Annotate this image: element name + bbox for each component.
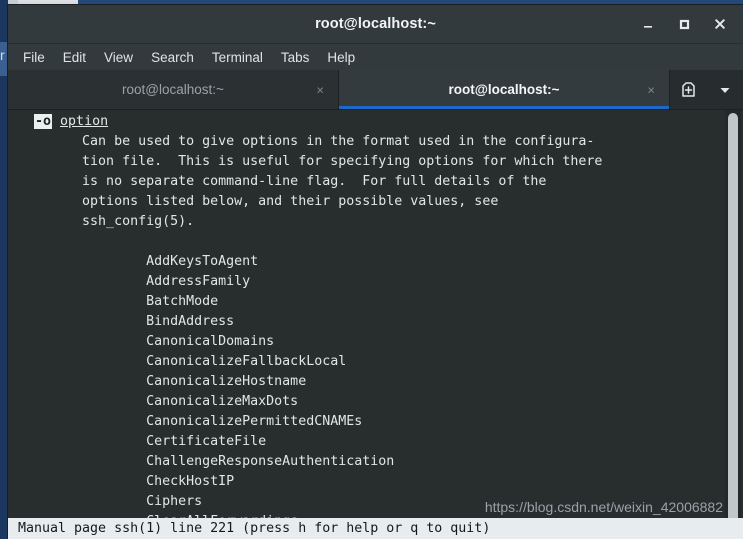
new-tab-icon bbox=[682, 82, 695, 97]
tab-0[interactable]: root@localhost:~ × bbox=[8, 70, 339, 109]
terminal-span: CertificateFile bbox=[18, 434, 267, 449]
minimize-button[interactable] bbox=[631, 9, 665, 39]
window-controls bbox=[631, 5, 737, 43]
close-button[interactable] bbox=[703, 9, 737, 39]
terminal-line: options listed below, and their possible… bbox=[18, 192, 721, 212]
terminal-line: CanonicalizeFallbackLocal bbox=[18, 352, 721, 372]
terminal-span: BindAddress bbox=[18, 314, 235, 329]
tab-label: root@localhost:~ bbox=[448, 82, 560, 97]
tab-bar: root@localhost:~ × root@localhost:~ × bbox=[8, 70, 743, 110]
terminal-span: CanonicalizePermittedCNAMEs bbox=[18, 414, 363, 429]
terminal-span bbox=[52, 114, 60, 129]
terminal-line: CanonicalDomains bbox=[18, 332, 721, 352]
terminal-span bbox=[18, 114, 34, 129]
terminal-line: ssh_config(5). bbox=[18, 212, 721, 232]
terminal-span: ssh_config(5). bbox=[18, 214, 195, 229]
terminal-line: tion file. This is useful for specifying… bbox=[18, 152, 721, 172]
terminal-content-area[interactable]: -o option Can be used to give options in… bbox=[8, 110, 743, 539]
terminal-span: ChallengeResponseAuthentication bbox=[18, 454, 395, 469]
terminal-line: Can be used to give options in the forma… bbox=[18, 132, 721, 152]
window-title: root@localhost:~ bbox=[315, 16, 436, 32]
tab-actions bbox=[670, 70, 743, 109]
terminal-line: Ciphers bbox=[18, 492, 721, 512]
terminal-span: Can be used to give options in the forma… bbox=[18, 134, 595, 149]
terminal-span: AddressFamily bbox=[18, 274, 251, 289]
terminal-span: Ciphers bbox=[18, 494, 203, 509]
terminal-span: CanonicalizeFallbackLocal bbox=[18, 354, 347, 369]
pager-status-line: Manual page ssh(1) line 221 (press h for… bbox=[8, 518, 743, 539]
terminal-line: is no separate command-line flag. For fu… bbox=[18, 172, 721, 192]
terminal-span: CanonicalDomains bbox=[18, 334, 275, 349]
menu-item-edit[interactable]: Edit bbox=[54, 48, 95, 67]
menu-item-file[interactable]: File bbox=[14, 48, 54, 67]
terminal-window: root@localhost:~ File Edit View Search T… bbox=[8, 5, 743, 539]
terminal-line: -o option bbox=[18, 112, 721, 132]
chevron-down-icon bbox=[720, 87, 730, 93]
terminal-span: options listed below, and their possible… bbox=[18, 194, 499, 209]
menu-item-help[interactable]: Help bbox=[318, 48, 364, 67]
minimize-icon bbox=[644, 26, 652, 28]
terminal-line: ChallengeResponseAuthentication bbox=[18, 452, 721, 472]
terminal-line: CanonicalizeHostname bbox=[18, 372, 721, 392]
terminal-span: BatchMode bbox=[18, 294, 219, 309]
terminal-span: is no separate command-line flag. For fu… bbox=[18, 174, 547, 189]
terminal-span: CanonicalizeHostname bbox=[18, 374, 307, 389]
terminal-span: CheckHostIP bbox=[18, 474, 235, 489]
close-icon bbox=[715, 19, 725, 29]
menu-item-view[interactable]: View bbox=[95, 48, 142, 67]
maximize-button[interactable] bbox=[667, 9, 701, 39]
menu-item-tabs[interactable]: Tabs bbox=[272, 48, 319, 67]
terminal-underlined-term: option bbox=[60, 114, 109, 129]
tab-menu-button[interactable] bbox=[712, 77, 738, 103]
menu-item-terminal[interactable]: Terminal bbox=[203, 48, 272, 67]
terminal-span: tion file. This is useful for specifying… bbox=[18, 154, 603, 169]
tab-close-icon[interactable]: × bbox=[647, 83, 655, 96]
background-window-strip bbox=[0, 0, 8, 539]
terminal-scrollbar-thumb[interactable] bbox=[728, 113, 738, 523]
terminal-scrollbar[interactable] bbox=[725, 110, 741, 539]
tab-1[interactable]: root@localhost:~ × bbox=[339, 70, 670, 109]
terminal-highlighted-flag: -o bbox=[34, 114, 53, 129]
terminal-line: BindAddress bbox=[18, 312, 721, 332]
terminal-span: CanonicalizeMaxDots bbox=[18, 394, 299, 409]
terminal-line: BatchMode bbox=[18, 292, 721, 312]
terminal-span: AddKeysToAgent bbox=[18, 254, 259, 269]
maximize-icon bbox=[679, 19, 690, 30]
terminal-line: CheckHostIP bbox=[18, 472, 721, 492]
terminal-line: CertificateFile bbox=[18, 432, 721, 452]
tab-close-icon[interactable]: × bbox=[316, 83, 324, 96]
terminal-line: CanonicalizePermittedCNAMEs bbox=[18, 412, 721, 432]
menu-item-search[interactable]: Search bbox=[142, 48, 203, 67]
new-tab-button[interactable] bbox=[675, 77, 701, 103]
terminal-line: CanonicalizeMaxDots bbox=[18, 392, 721, 412]
terminal-line: AddressFamily bbox=[18, 272, 721, 292]
title-bar: root@localhost:~ bbox=[8, 5, 743, 44]
terminal-line: AddKeysToAgent bbox=[18, 252, 721, 272]
tab-label: root@localhost:~ bbox=[122, 82, 224, 97]
terminal-text: -o option Can be used to give options in… bbox=[18, 112, 721, 539]
menu-bar: File Edit View Search Terminal Tabs Help bbox=[8, 44, 743, 70]
